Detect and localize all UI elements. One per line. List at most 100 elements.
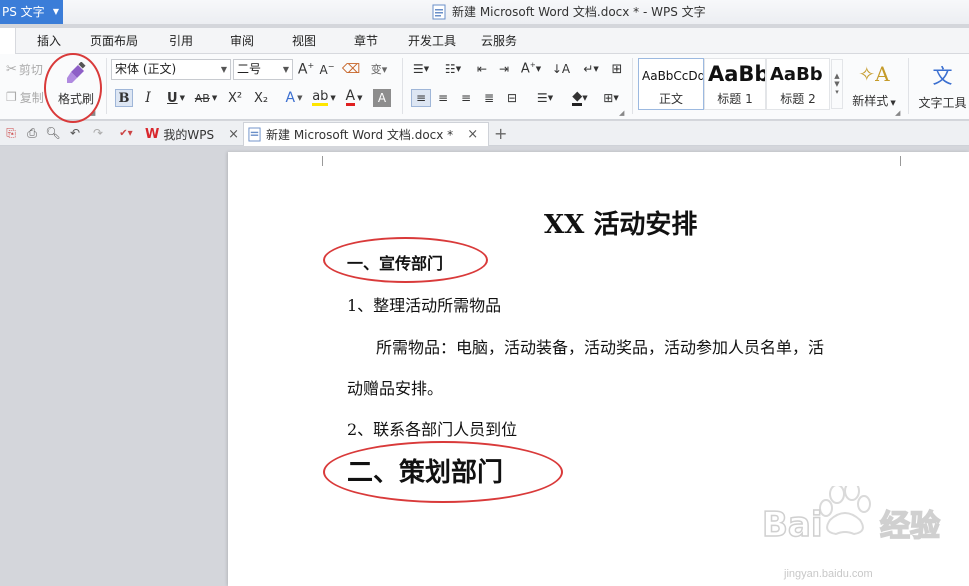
change-case-button[interactable]: A+ ▼ (517, 60, 545, 78)
print-icon[interactable]: ⎙ (24, 125, 40, 141)
strikethrough-button[interactable]: AB ▼ (192, 89, 220, 107)
new-style-button[interactable]: ✧A 新样式 ▼ (848, 60, 900, 110)
text-tools-button[interactable]: 文 文字工具 (916, 60, 969, 110)
font-name-select[interactable]: 宋体 (正文) ▼ (111, 59, 231, 80)
distribute-icon: ⊟ (506, 91, 518, 105)
borders-button[interactable]: ⊞ ▼ (598, 89, 624, 107)
window-title-text: 新建 Microsoft Word 文档.docx * - WPS 文字 (452, 5, 706, 19)
new-doc-icon[interactable]: ⎘ (3, 125, 19, 141)
close-icon[interactable]: × (467, 127, 478, 142)
tab-current-document[interactable]: 新建 Microsoft Word 文档.docx * × (243, 122, 489, 146)
show-marks-button[interactable]: ↵ ▼ (578, 60, 604, 78)
bold-button[interactable]: B (115, 89, 133, 107)
text-effect-icon: A (285, 90, 296, 106)
format-painter-button[interactable]: 格式刷 (54, 58, 98, 110)
document-page[interactable]: XX 活动安排 一、宣传部门 1、整理活动所需物品 所需物品：电脑，活动装备，活… (228, 152, 969, 586)
section-heading-2[interactable]: 二、策划部门 (347, 452, 503, 489)
print-preview-icon[interactable]: 🔍︎ (45, 125, 61, 141)
chevron-down-icon: ▼ (297, 94, 303, 102)
chevron-down-icon: ▼ (890, 98, 896, 107)
cut-label: 剪切 (18, 62, 43, 77)
new-style-icon: ✧A (858, 61, 890, 86)
tab-insert[interactable]: 插入 (37, 28, 61, 54)
bullet-list-icon: ☰ (412, 62, 424, 76)
char-shading-button[interactable]: A (373, 89, 391, 107)
increase-indent-button[interactable]: ⇥ (495, 60, 513, 78)
section-heading-1[interactable]: 一、宣传部门 (347, 250, 443, 274)
numbering-button[interactable]: ☷ ▼ (440, 60, 466, 78)
align-left-button[interactable]: ≡ (411, 89, 431, 107)
decrease-indent-button[interactable]: ⇤ (473, 60, 491, 78)
tab-references[interactable]: 引用 (169, 28, 193, 54)
cut-button[interactable]: ✂ 剪切 (6, 60, 43, 78)
tab-review[interactable]: 审阅 (230, 28, 254, 54)
subscript-label: X₂ (253, 90, 269, 106)
list-item-1[interactable]: 1、整理活动所需物品 (347, 292, 501, 316)
shading-button[interactable]: ◆ ▼ (566, 89, 594, 107)
font-color-button[interactable]: A ▼ (341, 89, 367, 107)
group-launcher-icon[interactable]: ◢ (619, 109, 624, 117)
paragraph-line-2[interactable]: 动赠品安排。 (347, 375, 443, 399)
tab-sections[interactable]: 章节 (354, 28, 378, 54)
sort-button[interactable]: ↓A (552, 60, 570, 78)
redo-icon[interactable]: ↷ (90, 125, 106, 141)
font-name-value: 宋体 (正文) (115, 62, 177, 76)
app-menu-button[interactable]: PS 文字 ▼ (0, 0, 63, 24)
crop-mark (900, 156, 901, 166)
style-sample: AaBb (770, 64, 823, 85)
indent-icon: ⇥ (498, 62, 510, 76)
border-icon: ⊞ (603, 91, 614, 105)
change-case-icon: A+ (520, 61, 536, 77)
tab-home[interactable] (0, 28, 16, 54)
tab-view[interactable]: 视图 (292, 28, 316, 54)
shrink-font-button[interactable]: A− (318, 60, 336, 78)
font-size-select[interactable]: 二号 ▼ (233, 59, 293, 80)
chevron-down-icon: ▼ (52, 7, 59, 16)
tab-label: 我的WPS (163, 127, 215, 142)
justify-button[interactable]: ≣ (480, 89, 498, 107)
align-center-button[interactable]: ≡ (434, 89, 452, 107)
align-right-button[interactable]: ≡ (457, 89, 475, 107)
style-heading-1[interactable]: AaBb 标题 1 (704, 58, 766, 110)
paragraph-line-1[interactable]: 所需物品：电脑，活动装备，活动奖品，活动参加人员名单，活 (376, 334, 824, 358)
bullets-button[interactable]: ☰ ▼ (408, 60, 434, 78)
watermark-url: jingyan.baidu.com (784, 568, 873, 580)
phonetic-guide-button[interactable]: 变▾ (366, 60, 392, 78)
copy-button[interactable]: ❐ 复制 (6, 88, 44, 106)
tab-page-layout[interactable]: 页面布局 (90, 28, 138, 54)
chevron-down-icon: ▼ (455, 65, 462, 73)
tab-developer[interactable]: 开发工具 (408, 28, 456, 54)
document-icon (432, 4, 446, 20)
table-grid-button[interactable]: ⊞ (608, 60, 626, 78)
style-normal[interactable]: AaBbCcDd 正文 (638, 58, 704, 110)
align-left-icon: ≡ (415, 91, 427, 105)
clear-format-button[interactable]: ⌫ (342, 60, 360, 78)
subscript-button[interactable]: X₂ (251, 89, 271, 107)
new-style-text: 新样式 ▼ (852, 92, 895, 109)
document-icon (248, 127, 261, 142)
tab-cloud[interactable]: 云服务 (481, 28, 517, 54)
style-gallery-scroll[interactable]: ▲ ▼ ▾ (831, 59, 843, 109)
tab-my-wps[interactable]: W 我的WPS × (141, 122, 241, 146)
highlight-button[interactable]: ab ▼ (310, 89, 338, 107)
app-badge-label: PS 文字 (2, 5, 45, 19)
style-heading-2[interactable]: AaBb 标题 2 (766, 58, 830, 110)
group-launcher-icon[interactable]: ◢ (90, 109, 95, 117)
style-label: 标题 2 (780, 92, 816, 106)
list-item-2[interactable]: 2、联系各部门人员到位 (347, 416, 517, 440)
superscript-button[interactable]: X² (225, 89, 245, 107)
document-heading[interactable]: XX 活动安排 (544, 204, 697, 241)
line-spacing-button[interactable]: ☰ ▼ (532, 89, 558, 107)
grow-font-button[interactable]: A+ (297, 60, 315, 78)
new-tab-icon[interactable]: + (494, 124, 507, 143)
text-effect-button[interactable]: A ▼ (281, 89, 307, 107)
italic-label: I (145, 90, 151, 106)
distribute-button[interactable]: ⊟ (503, 89, 521, 107)
undo-icon[interactable]: ↶ (67, 125, 83, 141)
group-launcher-icon[interactable]: ◢ (895, 109, 900, 117)
sort-icon: ↓A (551, 62, 571, 76)
italic-button[interactable]: I (139, 89, 157, 107)
underline-button[interactable]: U ▼ (162, 89, 190, 107)
close-icon[interactable]: × (228, 127, 239, 142)
customize-toolbar-icon[interactable]: ✔▾ (118, 125, 134, 141)
